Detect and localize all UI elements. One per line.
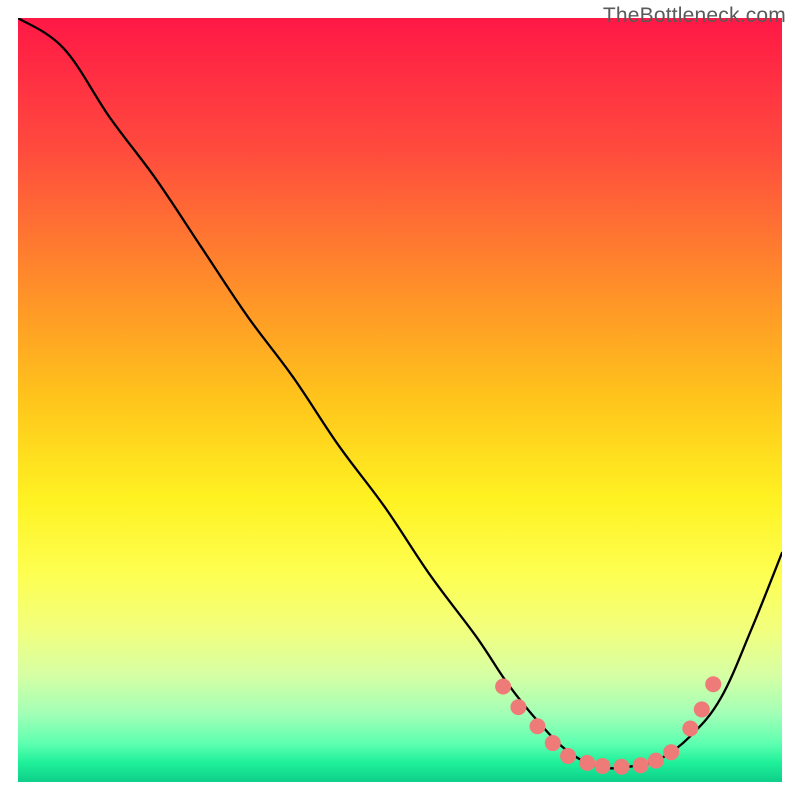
highlight-dot: [682, 721, 698, 737]
highlight-dot: [663, 744, 679, 760]
highlight-dot: [594, 758, 610, 774]
highlight-dot: [560, 748, 576, 764]
highlight-dot: [705, 676, 721, 692]
highlight-dot: [694, 701, 710, 717]
highlight-dot: [530, 718, 546, 734]
highlight-dot: [579, 755, 595, 771]
gradient-background: [18, 18, 782, 782]
highlight-dot: [614, 759, 630, 775]
highlight-dot: [510, 699, 526, 715]
chart-plot-area: [18, 18, 782, 782]
chart-svg: [18, 18, 782, 782]
highlight-dot: [545, 735, 561, 751]
highlight-dot: [633, 757, 649, 773]
chart-stage: TheBottleneck.com: [0, 0, 800, 800]
highlight-dot: [495, 679, 511, 695]
watermark-text: TheBottleneck.com: [603, 4, 786, 28]
highlight-dot: [648, 753, 664, 769]
